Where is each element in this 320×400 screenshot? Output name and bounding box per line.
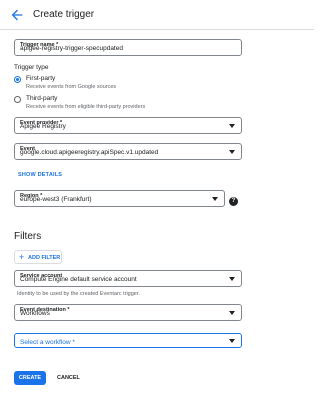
first-party-label[interactable]: First-party — [26, 75, 55, 82]
create-button[interactable]: CREATE — [14, 371, 46, 385]
dropdown-arrow-icon — [229, 310, 235, 315]
third-party-radio[interactable] — [14, 96, 21, 103]
dropdown-arrow-icon — [229, 338, 235, 343]
dropdown-arrow-icon — [212, 196, 218, 201]
add-filter-label: ADD FILTER — [28, 254, 61, 261]
add-filter-button[interactable]: + ADD FILTER — [14, 250, 62, 264]
dropdown-arrow-icon — [229, 276, 235, 281]
show-details-button[interactable]: SHOW DETAILS — [18, 172, 62, 178]
first-party-radio[interactable] — [14, 76, 21, 83]
workflow-select[interactable]: Select a workflow * — [14, 333, 242, 348]
trigger-name-value: apigee-registry-trigger-specupdated — [20, 45, 123, 52]
plus-icon: + — [19, 252, 25, 262]
page-title: Create trigger — [33, 9, 95, 20]
back-arrow-icon[interactable] — [9, 7, 25, 23]
third-party-description: Receive events from eligible third-party… — [26, 104, 146, 110]
service-account-hint: Identity to be used by the created Event… — [17, 291, 140, 297]
third-party-label[interactable]: Third-party — [26, 95, 57, 102]
page-header: Create trigger — [0, 0, 314, 30]
region-select[interactable]: Region * europe-west3 (Frankfurt) — [14, 190, 225, 207]
help-icon[interactable]: ? — [229, 197, 238, 206]
first-party-description: Receive events from Google sources — [26, 84, 117, 90]
filters-heading: Filters — [14, 231, 42, 242]
event-provider-value: Apigee Registry — [20, 123, 66, 130]
event-provider-select[interactable]: Event provider * Apigee Registry — [14, 117, 242, 134]
event-destination-value: Workflows — [20, 310, 50, 317]
region-value: europe-west3 (Frankfurt) — [20, 196, 92, 203]
service-account-select[interactable]: Service account Compute Engine default s… — [14, 270, 242, 287]
event-destination-select[interactable]: Event destination * Workflows — [14, 304, 242, 321]
trigger-name-field[interactable]: Trigger name * apigee-registry-trigger-s… — [14, 39, 242, 56]
workflow-placeholder: Select a workflow * — [20, 339, 75, 346]
cancel-button[interactable]: CANCEL — [57, 371, 80, 385]
service-account-value: Compute Engine default service account — [20, 276, 137, 283]
event-select[interactable]: Event google.cloud.apigeeregistry.apiSpe… — [14, 143, 242, 160]
dropdown-arrow-icon — [229, 149, 235, 154]
dropdown-arrow-icon — [229, 123, 235, 128]
trigger-type-label: Trigger type — [14, 64, 49, 71]
event-value: google.cloud.apigeeregistry.apiSpec.v1.u… — [20, 149, 159, 156]
